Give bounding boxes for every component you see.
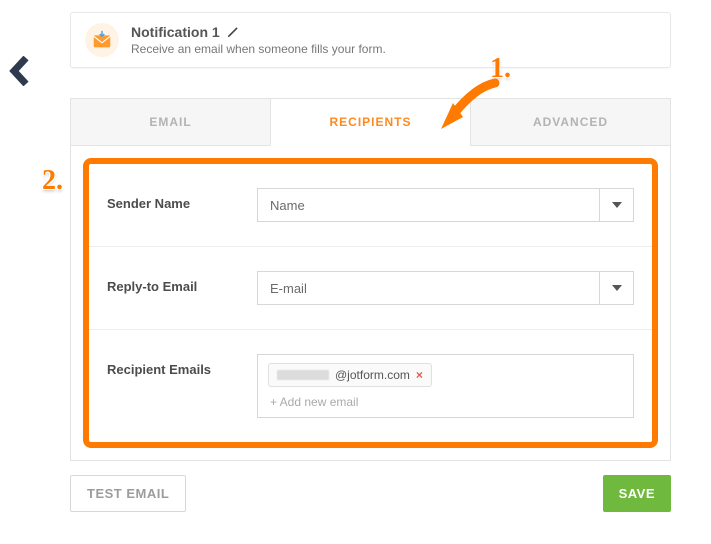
field-recipient-emails: Recipient Emails @jotform.com × + Add ne… — [89, 330, 652, 442]
notification-title: Notification 1 — [131, 24, 220, 40]
field-reply-to: Reply-to Email E-mail — [89, 247, 652, 330]
add-email-button[interactable]: + Add new email — [268, 387, 623, 413]
notification-subtitle: Receive an email when someone fills your… — [131, 42, 386, 56]
field-sender-name: Sender Name Name — [89, 164, 652, 247]
save-button[interactable]: SAVE — [603, 475, 671, 512]
tab-panel: Sender Name Name Reply-to Email E-mail — [70, 146, 671, 461]
tabs: EMAIL RECIPIENTS ADVANCED — [70, 98, 671, 146]
chevron-down-icon — [599, 188, 633, 222]
edit-title-button[interactable] — [226, 25, 240, 39]
recipient-emails-input[interactable]: @jotform.com × + Add new email — [257, 354, 634, 418]
redacted-text — [277, 370, 329, 380]
tab-email[interactable]: EMAIL — [71, 99, 270, 146]
annotation-step-2: 2. — [42, 165, 63, 197]
footer: TEST EMAIL SAVE — [70, 475, 671, 512]
sender-name-select[interactable]: Name — [257, 188, 634, 222]
envelope-icon — [85, 23, 119, 57]
arrow-icon — [435, 75, 505, 135]
recipient-emails-label: Recipient Emails — [107, 354, 257, 377]
reply-to-label: Reply-to Email — [107, 271, 257, 294]
email-chip: @jotform.com × — [268, 363, 432, 387]
reply-to-select[interactable]: E-mail — [257, 271, 634, 305]
sender-name-label: Sender Name — [107, 188, 257, 211]
highlight-annotation-box: Sender Name Name Reply-to Email E-mail — [83, 158, 658, 448]
test-email-button[interactable]: TEST EMAIL — [70, 475, 186, 512]
email-chip-domain: @jotform.com — [335, 368, 410, 382]
chevron-down-icon — [599, 271, 633, 305]
pencil-icon — [226, 25, 240, 39]
notification-header: Notification 1 Receive an email when som… — [70, 12, 671, 68]
sender-name-value: Name — [258, 198, 599, 213]
remove-chip-button[interactable]: × — [416, 368, 423, 382]
reply-to-value: E-mail — [258, 281, 599, 296]
